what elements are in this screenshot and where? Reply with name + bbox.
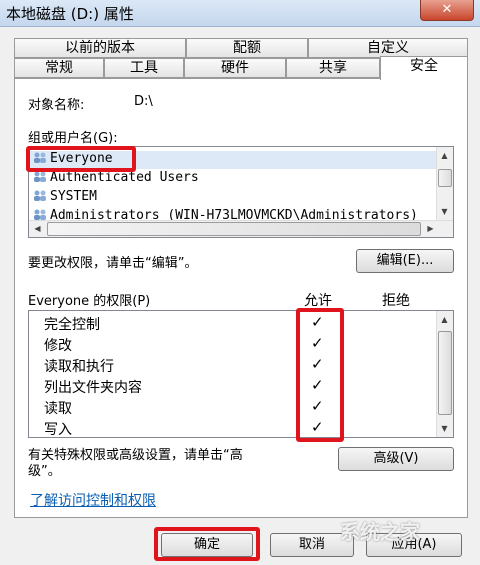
- permission-label: 列出文件夹内容: [44, 380, 142, 396]
- close-button[interactable]: ✕: [420, 0, 474, 21]
- title-bar: 本地磁盘 (D:) 属性 ✕: [0, 0, 480, 27]
- list-item-system[interactable]: SYSTEM: [33, 189, 97, 204]
- permission-label: 修改: [44, 338, 72, 354]
- advanced-button[interactable]: 高级(V): [338, 447, 454, 471]
- object-name-value: D:\: [134, 94, 153, 109]
- scroll-up-icon[interactable]: ▲: [437, 148, 452, 163]
- tab-customize[interactable]: 自定义: [308, 38, 468, 58]
- tab-general[interactable]: 常规: [14, 58, 104, 78]
- window-title: 本地磁盘 (D:) 属性: [6, 5, 134, 23]
- permissions-title: Everyone 的权限(P): [28, 294, 151, 309]
- highlight-allow-column: [296, 308, 344, 442]
- permission-label: 读取和执行: [44, 359, 114, 375]
- user-name: SYSTEM: [50, 189, 97, 204]
- permission-label: 读取: [44, 401, 72, 417]
- edit-button[interactable]: 编辑(E)...: [356, 249, 454, 273]
- advanced-hint-line2: 级”。: [28, 464, 61, 479]
- permission-label: 写入: [44, 422, 72, 438]
- tab-previous-versions[interactable]: 以前的版本: [14, 38, 186, 58]
- scroll-up-icon[interactable]: ▲: [437, 312, 452, 327]
- allow-header: 允许: [304, 293, 332, 309]
- scroll-down-icon[interactable]: ▼: [437, 421, 452, 436]
- scroll-thumb[interactable]: [47, 222, 421, 236]
- users-icon: [33, 189, 47, 201]
- edit-hint: 要更改权限，请单击“编辑”。: [28, 256, 198, 271]
- permission-label: 完全控制: [44, 317, 100, 333]
- users-icon: [33, 208, 47, 220]
- scroll-down-icon[interactable]: ▼: [437, 204, 452, 219]
- tab-hardware[interactable]: 硬件: [184, 58, 286, 78]
- users-vertical-scrollbar[interactable]: ▲ ▼: [436, 147, 453, 220]
- tab-tools[interactable]: 工具: [104, 58, 184, 78]
- tab-quota[interactable]: 配额: [186, 38, 308, 58]
- close-icon: ✕: [441, 2, 453, 17]
- groups-label: 组或用户名(G):: [28, 131, 118, 146]
- deny-header: 拒绝: [382, 293, 410, 309]
- tab-sharing[interactable]: 共享: [286, 58, 380, 78]
- scroll-thumb[interactable]: [438, 331, 452, 415]
- highlight-ok: [154, 527, 260, 561]
- scroll-left-icon[interactable]: ◀: [30, 221, 45, 236]
- scroll-right-icon[interactable]: ▶: [423, 221, 438, 236]
- tab-security[interactable]: 安全: [380, 56, 468, 80]
- highlight-everyone: [26, 146, 136, 172]
- permissions-vertical-scrollbar[interactable]: ▲ ▼: [436, 311, 453, 437]
- list-item-authenticated-users[interactable]: Authenticated Users: [33, 170, 199, 185]
- watermark: 系统之家: [340, 520, 420, 544]
- object-name-label: 对象名称:: [28, 98, 85, 113]
- help-link[interactable]: 了解访问控制和权限: [30, 490, 156, 510]
- user-name: Authenticated Users: [50, 170, 199, 185]
- scroll-thumb[interactable]: [438, 169, 452, 187]
- users-horizontal-scrollbar[interactable]: ◀ ▶: [29, 220, 453, 237]
